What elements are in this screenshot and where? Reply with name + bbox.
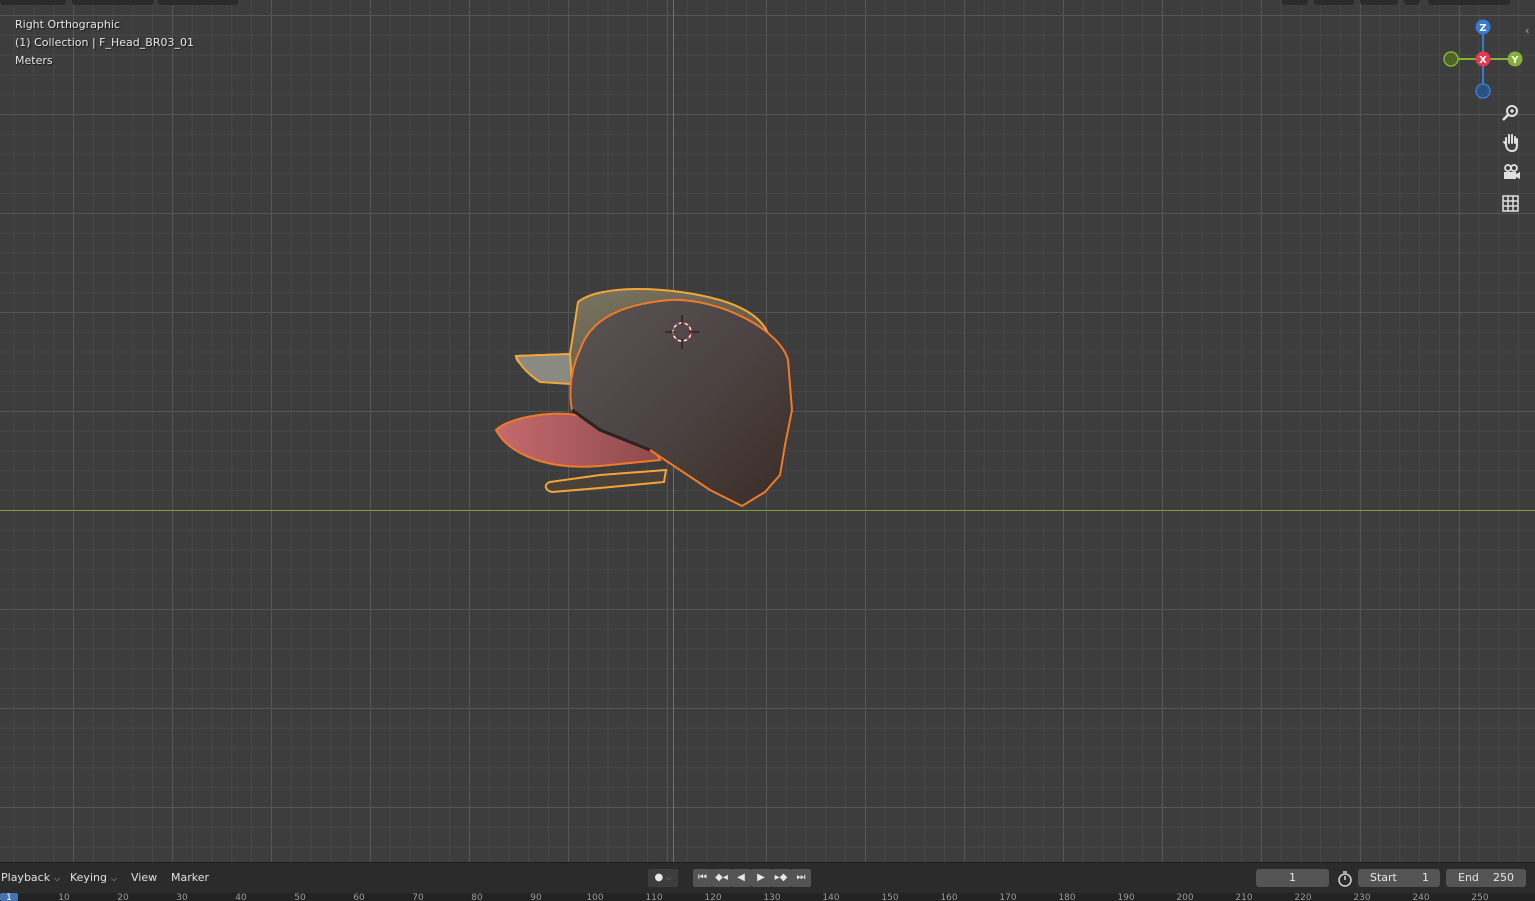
record-icon: ●: [654, 872, 664, 883]
grid-icon[interactable]: [1499, 191, 1523, 215]
next-keyframe-button[interactable]: ▸◆: [771, 869, 791, 887]
chevron-down-icon: ⌵: [110, 874, 118, 883]
play-icon: ▶: [757, 872, 765, 883]
ruler-tick: 50: [294, 893, 306, 901]
ruler-tick: 30: [176, 893, 188, 901]
play-button[interactable]: ▶: [751, 869, 771, 887]
zoom-icon[interactable]: [1499, 101, 1523, 125]
ruler-tick: 250: [1471, 893, 1489, 901]
ruler-tick: 180: [1058, 893, 1076, 901]
stopwatch-icon[interactable]: [1336, 870, 1354, 888]
ruler-tick: 90: [530, 893, 542, 901]
header-tab-5[interactable]: [1314, 0, 1354, 5]
timeline-header: Playback ⌵ Keying ⌵ View Marker ● ⌵ ⏮ ◆◂ ◀ …: [0, 862, 1535, 894]
collection-info: (1) Collection | F_Head_BR03_01: [15, 36, 194, 49]
ruler-tick: 120: [704, 893, 722, 901]
strap-mesh: [544, 468, 668, 494]
end-value: 250: [1493, 871, 1514, 884]
current-frame-field[interactable]: 1: [1256, 869, 1329, 887]
3d-viewport[interactable]: Right Orthographic (1) Collection | F_He…: [0, 0, 1535, 862]
chevron-down-icon: ⌵: [666, 874, 672, 882]
header-tab-1[interactable]: [0, 0, 66, 5]
x-axis-icon[interactable]: X: [1475, 51, 1491, 67]
ruler-tick: 1: [6, 893, 12, 901]
ruler-tick: 220: [1294, 893, 1312, 901]
view-name: Right Orthographic: [15, 18, 120, 31]
jump-end-button[interactable]: ⏭: [791, 869, 811, 887]
svg-text:Y: Y: [1510, 55, 1519, 66]
z-axis-icon[interactable]: Z: [1475, 19, 1491, 35]
jump-end-icon: ⏭: [796, 872, 806, 883]
neg-z-axis-icon[interactable]: [1475, 83, 1491, 99]
play-reverse-button[interactable]: ◀: [731, 869, 751, 887]
neg-y-axis-icon[interactable]: [1443, 51, 1459, 67]
svg-text:X: X: [1479, 55, 1487, 66]
marker-menu[interactable]: Marker: [171, 871, 209, 884]
ruler-tick: 140: [822, 893, 840, 901]
shading-modes[interactable]: [1428, 0, 1510, 5]
ruler-tick: 230: [1353, 893, 1371, 901]
3d-cursor-icon[interactable]: [663, 313, 701, 351]
auto-keying-toggle[interactable]: ● ⌵: [648, 869, 678, 887]
keying-menu[interactable]: Keying ⌵: [70, 871, 117, 884]
camo-brim-mesh: [514, 352, 574, 386]
hat-model[interactable]: [480, 270, 820, 520]
ruler-tick: 200: [1176, 893, 1194, 901]
viewport-header-strip: [0, 0, 1535, 6]
sidebar-collapse-icon[interactable]: ‹: [1525, 24, 1529, 37]
navigation-gizmo[interactable]: Z Y X: [1440, 18, 1525, 103]
header-tab-7[interactable]: [1404, 0, 1420, 5]
ruler-tick: 20: [117, 893, 129, 901]
camera-icon[interactable]: [1499, 161, 1523, 185]
ruler-tick: 170: [999, 893, 1017, 901]
hand-pan-icon[interactable]: [1499, 131, 1523, 155]
start-label: Start: [1370, 871, 1397, 884]
next-keyframe-icon: ▸◆: [774, 872, 788, 883]
ruler-tick: 110: [645, 893, 663, 901]
header-tab-2[interactable]: [72, 0, 154, 5]
start-frame-field[interactable]: Start 1: [1358, 869, 1440, 887]
frame-ruler[interactable]: 1 10 20 30 40 50 60 70 80 90 100 110 120 130 140 150 160…: [0, 893, 1535, 901]
ruler-tick: 80: [471, 893, 483, 901]
view-menu[interactable]: View: [131, 871, 157, 884]
ruler-tick: 160: [940, 893, 958, 901]
ruler-tick: 240: [1412, 893, 1430, 901]
play-reverse-icon: ◀: [737, 872, 745, 883]
ruler-tick: 10: [58, 893, 70, 901]
svg-text:Z: Z: [1479, 23, 1486, 34]
y-axis-icon[interactable]: Y: [1507, 51, 1523, 67]
header-tab-6[interactable]: [1360, 0, 1398, 5]
ruler-tick: 210: [1235, 893, 1253, 901]
end-label: End: [1458, 871, 1479, 884]
header-tab-4[interactable]: [1282, 0, 1308, 5]
ruler-tick: 40: [235, 893, 247, 901]
chevron-down-icon: ⌵: [54, 874, 61, 883]
header-tab-3[interactable]: [158, 0, 238, 5]
playback-menu[interactable]: Playback ⌵: [1, 871, 60, 884]
end-frame-field[interactable]: End 250: [1446, 869, 1526, 887]
units-label: Meters: [15, 54, 53, 67]
jump-start-icon: ⏮: [698, 872, 707, 883]
ruler-tick: 70: [412, 893, 424, 901]
start-value: 1: [1422, 871, 1429, 884]
ruler-tick: 130: [763, 893, 781, 901]
ruler-tick: 100: [586, 893, 604, 901]
ruler-tick: 150: [881, 893, 899, 901]
ruler-tick: 190: [1117, 893, 1135, 901]
ruler-tick: 60: [353, 893, 365, 901]
prev-keyframe-icon: ◆◂: [715, 872, 728, 883]
prev-keyframe-button[interactable]: ◆◂: [712, 869, 731, 887]
jump-start-button[interactable]: ⏮: [693, 869, 712, 887]
